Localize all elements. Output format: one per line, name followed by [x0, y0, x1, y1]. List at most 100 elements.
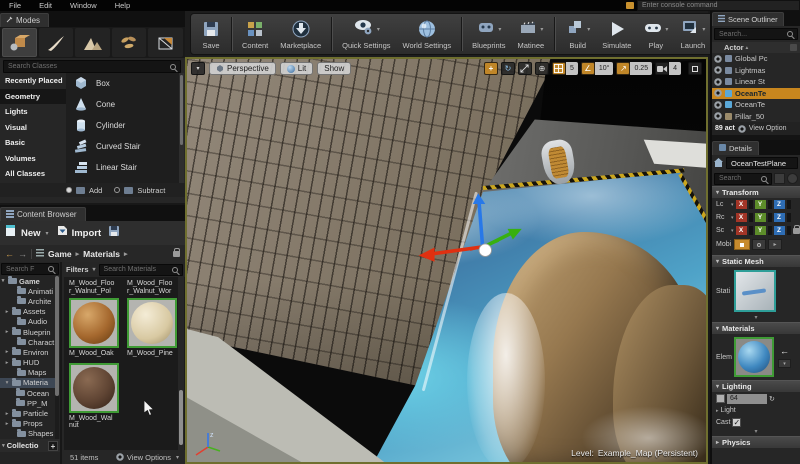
tree-item[interactable]: Ocean — [0, 388, 56, 398]
new-button[interactable]: New — [5, 224, 49, 242]
material-thumbnail[interactable] — [734, 337, 774, 377]
lighting-section-header[interactable]: Lighting — [712, 380, 800, 392]
x-field[interactable]: X — [735, 200, 747, 209]
blueprints-button[interactable]: Blueprints — [466, 17, 511, 51]
menu-edit[interactable]: Edit — [30, 1, 61, 10]
scale-tool-button[interactable] — [517, 62, 532, 75]
menu-file[interactable]: File — [0, 1, 30, 10]
level-viewport[interactable]: Perspective Lit Show + ↻ ⊕ 5 ∠ 10° — [185, 57, 708, 464]
details-grid-view-button[interactable] — [774, 173, 785, 184]
world-settings-button[interactable]: World Settings — [397, 17, 458, 51]
forward-arrow-icon[interactable]: → — [18, 249, 27, 259]
z-field[interactable]: Z — [773, 213, 785, 222]
column-filter-icon[interactable] — [790, 44, 797, 51]
tree-item[interactable]: Audio — [0, 316, 56, 327]
crumb-game[interactable]: Game — [48, 249, 72, 259]
mobility-movable-button[interactable]: ▸ — [768, 239, 782, 250]
visibility-eye-icon[interactable] — [714, 112, 722, 121]
move-tool-button[interactable]: + — [483, 62, 498, 75]
material-browse-button[interactable]: ▾ — [778, 359, 791, 368]
asset-search-input[interactable]: Search Materials — [98, 263, 183, 276]
content-button[interactable]: Content — [236, 17, 274, 51]
asset-pine[interactable]: M_Wood_Pine — [127, 298, 177, 358]
outliner-row-selected[interactable]: OceanTe — [712, 87, 800, 99]
x-field[interactable]: X — [735, 213, 747, 222]
camera-speed-value[interactable]: 4 — [669, 62, 681, 75]
lock-icon[interactable] — [173, 247, 180, 257]
modes-scrollbar[interactable] — [179, 73, 184, 183]
asset-label-cut[interactable]: M_Wood_Floo r_Walnut_Wor — [127, 280, 177, 295]
list-item-curved-stair[interactable]: Curved Stair — [66, 136, 179, 157]
category-geometry[interactable]: Geometry — [0, 88, 66, 104]
world-local-toggle-button[interactable]: ⊕ — [534, 62, 549, 75]
menu-help[interactable]: Help — [106, 1, 139, 10]
static-mesh-section-header[interactable]: Static Mesh — [712, 255, 800, 267]
mode-place-button[interactable] — [2, 28, 37, 57]
physics-section-header[interactable]: Physics — [712, 436, 800, 448]
x-field[interactable]: X — [735, 226, 747, 235]
material-use-selected-icon[interactable]: ← — [780, 346, 789, 356]
visibility-eye-icon[interactable] — [714, 89, 722, 98]
launch-button[interactable]: Launch — [674, 17, 711, 51]
asset-oak[interactable]: M_Wood_Oak — [69, 298, 119, 358]
view-options-button[interactable]: View Options — [115, 453, 179, 462]
tree-item[interactable]: Animati — [0, 286, 56, 296]
rotate-tool-button[interactable]: ↻ — [500, 62, 515, 75]
light-subrow[interactable]: Light — [712, 405, 800, 416]
category-basic[interactable]: Basic — [0, 135, 66, 151]
z-field[interactable]: Z — [773, 226, 785, 235]
filters-button[interactable]: Filters — [66, 265, 96, 274]
tree-item[interactable]: Environ — [0, 347, 56, 357]
tree-item[interactable]: Archite — [0, 296, 56, 306]
expand-advanced-icon[interactable] — [712, 429, 800, 436]
save-button[interactable]: Save — [195, 17, 227, 51]
tree-item[interactable]: Shapes — [0, 428, 56, 439]
cast-shadow-checkbox[interactable] — [732, 418, 742, 427]
collections-row[interactable]: Collectio + — [0, 439, 60, 452]
override-checkbox[interactable] — [716, 394, 725, 403]
console-command-input[interactable]: Enter console command — [637, 0, 800, 11]
tree-search-input[interactable]: Search F — [1, 263, 59, 275]
y-field[interactable]: Y — [754, 200, 766, 209]
expand-advanced-icon[interactable] — [712, 315, 800, 322]
y-field[interactable]: Y — [754, 213, 766, 222]
transform-gizmo[interactable] — [415, 184, 540, 297]
scale-snap-toggle[interactable]: ↗ — [616, 62, 631, 75]
angle-snap-value[interactable]: 10° — [594, 62, 614, 75]
show-menu-button[interactable]: Show — [317, 62, 352, 75]
list-item-linear-stair[interactable]: Linear Stair — [66, 157, 179, 178]
build-button[interactable]: Build — [559, 17, 596, 51]
scale-caret-icon[interactable] — [731, 228, 734, 234]
category-visual[interactable]: Visual — [0, 120, 66, 136]
search-classes-input[interactable]: Search Classes — [3, 60, 181, 73]
assets-scrollbar[interactable] — [178, 277, 184, 450]
mobility-stationary-button[interactable] — [752, 239, 766, 250]
asset-label-cut[interactable]: M_Wood_Floo r_Walnut_Pol — [69, 280, 119, 295]
crumb-materials[interactable]: Materials — [83, 249, 120, 259]
mode-landscape-button[interactable] — [75, 28, 110, 57]
import-button[interactable]: Import — [56, 224, 101, 242]
play-button[interactable]: Play — [637, 17, 674, 51]
tree-item[interactable]: Assets — [0, 306, 56, 317]
visibility-eye-icon[interactable] — [714, 54, 722, 63]
tree-scrollbar[interactable] — [55, 276, 59, 439]
tree-item-game[interactable]: Game — [0, 276, 56, 286]
tree-item[interactable]: HUD — [0, 357, 56, 368]
category-all-classes[interactable]: All Classes — [0, 166, 66, 182]
tree-item[interactable]: Props — [0, 418, 56, 429]
details-filter-button[interactable] — [787, 173, 798, 184]
path-list-icon[interactable] — [36, 248, 44, 259]
tree-item[interactable]: Charact — [0, 337, 56, 347]
static-mesh-thumbnail[interactable] — [734, 270, 776, 312]
outliner-column-header[interactable]: Actor — [712, 42, 800, 53]
tree-item-materials[interactable]: Materia — [0, 377, 56, 389]
details-search-input[interactable]: Search — [714, 172, 772, 185]
outliner-row[interactable]: Global Pc — [712, 53, 800, 65]
tab-scene-outliner[interactable]: Scene Outliner — [712, 12, 784, 26]
category-volumes[interactable]: Volumes — [0, 151, 66, 167]
grid-snap-value[interactable]: 5 — [565, 62, 578, 75]
grid-snap-toggle[interactable] — [551, 62, 566, 75]
materials-section-header[interactable]: Materials — [712, 322, 800, 334]
viewport-options-button[interactable] — [191, 62, 205, 75]
save-all-button[interactable] — [108, 224, 120, 242]
